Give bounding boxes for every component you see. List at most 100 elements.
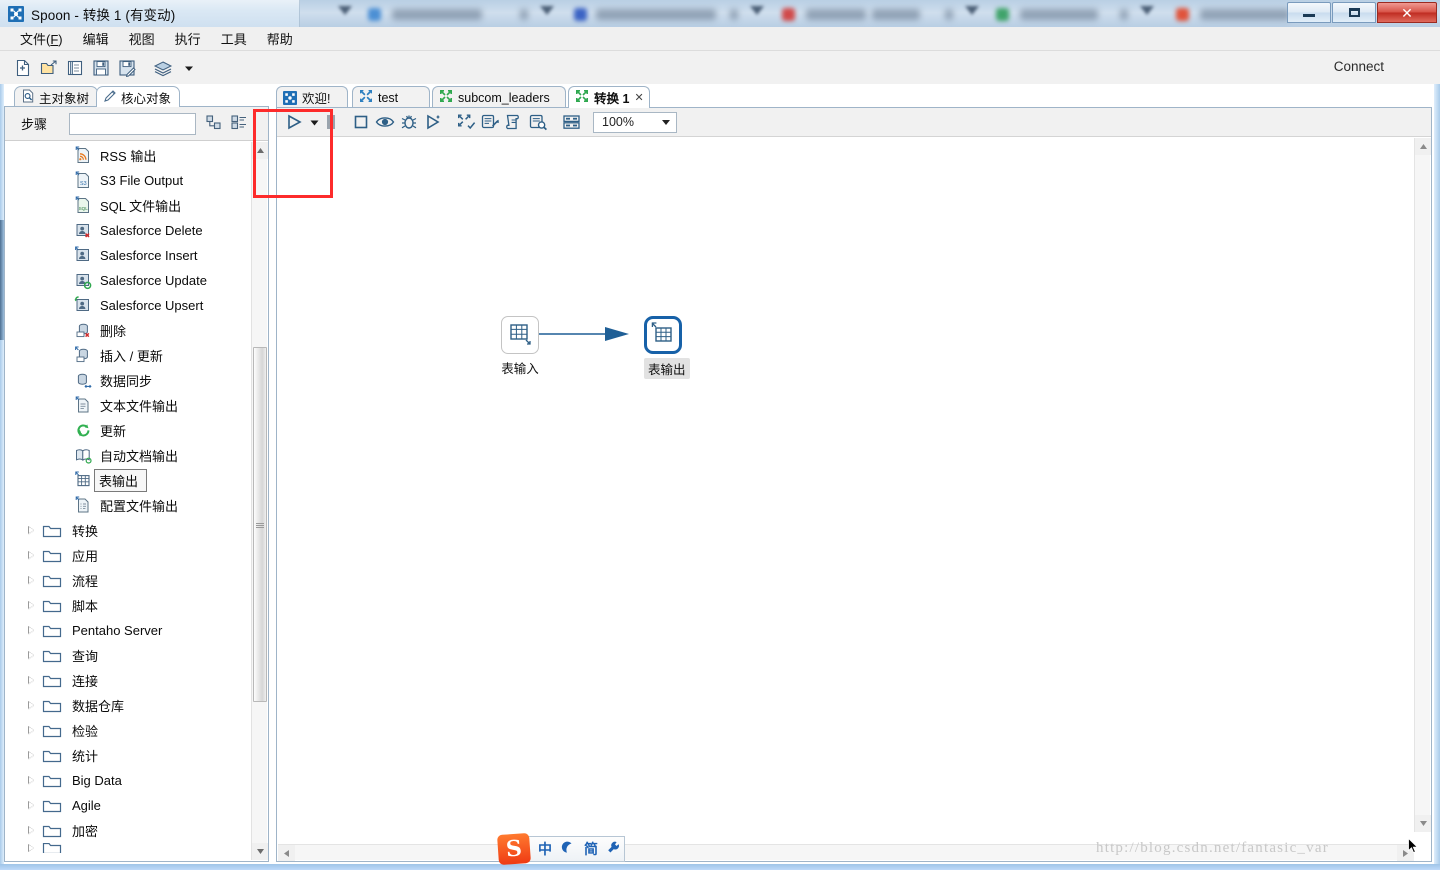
- application-toolbar[interactable]: [0, 51, 1440, 84]
- generate-sql-icon[interactable]: [502, 110, 526, 134]
- sidebar-tab-main-tree[interactable]: 主对象树: [14, 86, 98, 107]
- list-item[interactable]: 更新: [6, 418, 267, 443]
- list-item[interactable]: 配置文件输出: [6, 493, 267, 518]
- chevron-right-icon[interactable]: [28, 801, 34, 810]
- connect-button[interactable]: Connect: [1334, 59, 1384, 74]
- chevron-right-icon[interactable]: [28, 676, 34, 685]
- chevron-right-icon[interactable]: [28, 551, 34, 560]
- list-item[interactable]: 文本文件输出: [6, 393, 267, 418]
- new-file-icon[interactable]: [10, 56, 36, 80]
- chevron-right-icon[interactable]: [28, 843, 34, 852]
- chevron-right-icon[interactable]: [28, 751, 34, 760]
- tree-folder-liucheng[interactable]: 流程: [6, 568, 267, 593]
- transformation-canvas[interactable]: 表输入 表输出: [277, 138, 1415, 832]
- tree-folder-jianyan[interactable]: 检验: [6, 718, 267, 743]
- minimize-button[interactable]: [1287, 2, 1331, 23]
- list-item[interactable]: Salesforce Upsert: [6, 293, 267, 318]
- sidebar-tabstrip[interactable]: 主对象树 核心对象: [4, 86, 269, 107]
- close-button[interactable]: ✕: [1377, 2, 1437, 23]
- menu-help[interactable]: 帮助: [257, 27, 303, 50]
- list-item[interactable]: SQL SQL 文件输出: [6, 193, 267, 218]
- ime-chinese-mode[interactable]: 中: [538, 839, 552, 859]
- canvas-vertical-scrollbar[interactable]: [1414, 138, 1431, 832]
- list-item[interactable]: 数据同步: [6, 368, 267, 393]
- tree-folder-tongji[interactable]: 统计: [6, 743, 267, 768]
- layers-icon[interactable]: [150, 56, 176, 80]
- tab-test[interactable]: test: [352, 86, 430, 108]
- scroll-down-button[interactable]: [252, 843, 268, 860]
- tab-welcome[interactable]: 欢迎!: [276, 86, 348, 108]
- tree-folder-shujucangku[interactable]: 数据仓库: [6, 693, 267, 718]
- run-options-chevron-icon[interactable]: [306, 110, 322, 134]
- tree-folder-jiami[interactable]: 加密: [6, 818, 267, 843]
- hop-arrow[interactable]: [277, 138, 1415, 832]
- tree-folder-jiaoben[interactable]: 脚本: [6, 593, 267, 618]
- node-box[interactable]: [644, 316, 682, 354]
- tree-folder-zhuanhuan[interactable]: 转换: [6, 518, 267, 543]
- sogou-logo-icon[interactable]: S: [496, 832, 532, 866]
- run-icon[interactable]: [282, 110, 306, 134]
- canvas-node-table-output[interactable]: 表输出: [644, 316, 690, 379]
- list-item[interactable]: Salesforce Update: [6, 268, 267, 293]
- scroll-left-button[interactable]: [278, 845, 295, 861]
- chevron-right-icon[interactable]: [28, 526, 34, 535]
- menu-run[interactable]: 执行: [165, 27, 211, 50]
- list-item-table-output[interactable]: 表输出: [6, 468, 267, 493]
- scroll-up-button[interactable]: [252, 142, 268, 159]
- tree-folder-big-data[interactable]: Big Data: [6, 768, 267, 793]
- scrollbar-thumb[interactable]: [253, 347, 267, 702]
- tab-subcom-leaders[interactable]: subcom_leaders: [432, 86, 566, 108]
- list-item[interactable]: 插入 / 更新: [6, 343, 267, 368]
- open-file-icon[interactable]: [36, 56, 62, 80]
- canvas-node-table-input[interactable]: 表输入: [501, 316, 539, 377]
- list-item[interactable]: Salesforce Delete: [6, 218, 267, 243]
- chevron-right-icon[interactable]: [28, 601, 34, 610]
- list-item[interactable]: S3 S3 File Output: [6, 168, 267, 193]
- tab-transformation-1[interactable]: 转换 1 ✕: [568, 86, 650, 108]
- steps-panel-scrollbar[interactable]: [251, 142, 268, 860]
- chevron-right-icon[interactable]: [28, 651, 34, 660]
- tree-folder-lianjie[interactable]: 连接: [6, 668, 267, 693]
- editor-tabstrip[interactable]: 欢迎! test subcom_leaders 转换 1 ✕: [276, 86, 1432, 108]
- node-box[interactable]: [501, 316, 539, 354]
- zoom-level-select[interactable]: 100%: [593, 111, 677, 133]
- ime-moon-icon[interactable]: [561, 841, 575, 858]
- sogou-ime-toolbar[interactable]: S 中 简: [496, 832, 625, 866]
- menu-view[interactable]: 视图: [119, 27, 165, 50]
- menubar[interactable]: 文件(F) 编辑 视图 执行 工具 帮助: [0, 27, 1440, 51]
- stop-icon[interactable]: [349, 110, 373, 134]
- ime-settings-icon[interactable]: [607, 841, 621, 858]
- tree-folder-pentaho-server[interactable]: Pentaho Server: [6, 618, 267, 643]
- list-item[interactable]: RSS 输出: [6, 143, 267, 168]
- steps-search-input[interactable]: [69, 112, 196, 135]
- debug-icon[interactable]: [397, 110, 421, 134]
- list-item[interactable]: Salesforce Insert: [6, 243, 267, 268]
- show-results-icon[interactable]: [526, 110, 550, 134]
- replay-icon[interactable]: [421, 110, 445, 134]
- chevron-right-icon[interactable]: [28, 701, 34, 710]
- impact-analysis-icon[interactable]: [478, 110, 502, 134]
- tree-folder-chaxun[interactable]: 查询: [6, 643, 267, 668]
- menu-edit[interactable]: 编辑: [73, 27, 119, 50]
- window-controls[interactable]: ✕: [1287, 2, 1437, 23]
- verify-icon[interactable]: [454, 110, 478, 134]
- list-item[interactable]: 删除: [6, 318, 267, 343]
- tree-folder-partial[interactable]: [6, 843, 267, 853]
- tab-close-icon[interactable]: ✕: [634, 91, 643, 104]
- chevron-down-icon[interactable]: [176, 56, 202, 80]
- tree-folder-agile[interactable]: Agile: [6, 793, 267, 818]
- ime-simplified-mode[interactable]: 简: [584, 839, 598, 859]
- expand-all-icon[interactable]: [206, 114, 223, 133]
- chevron-right-icon[interactable]: [28, 776, 34, 785]
- preview-icon[interactable]: [373, 110, 397, 134]
- sidebar-tab-core-objects[interactable]: 核心对象: [96, 86, 180, 107]
- chevron-down-icon[interactable]: [662, 119, 670, 125]
- explore-repository-icon[interactable]: [62, 56, 88, 80]
- save-icon[interactable]: [88, 56, 114, 80]
- window-titlebar[interactable]: Spoon - 转换 1 (有变动): [0, 0, 300, 27]
- list-item[interactable]: 自动文档输出: [6, 443, 267, 468]
- menu-tools[interactable]: 工具: [211, 27, 257, 50]
- canvas-toolbar[interactable]: 100%: [277, 108, 1431, 137]
- maximize-button[interactable]: [1332, 2, 1376, 23]
- collapse-all-icon[interactable]: [231, 114, 248, 133]
